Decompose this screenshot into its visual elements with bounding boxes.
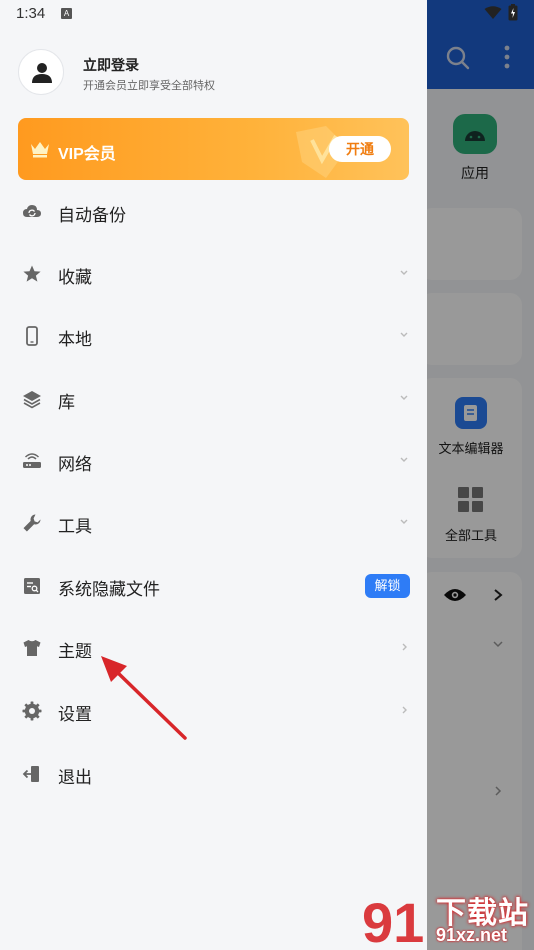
menu-item-favorites[interactable]: 收藏 bbox=[0, 246, 427, 302]
layers-icon bbox=[23, 391, 41, 409]
phone-icon bbox=[26, 326, 38, 346]
chevron-right-icon[interactable] bbox=[398, 703, 410, 717]
menu-label: 本地 bbox=[58, 330, 92, 349]
menu-label: 收藏 bbox=[58, 268, 92, 287]
hidden-file-icon bbox=[24, 578, 40, 594]
notification-icon: A bbox=[61, 8, 72, 19]
chevron-down-icon[interactable] bbox=[398, 453, 410, 467]
svg-text:91: 91 bbox=[362, 891, 424, 950]
menu-item-exit[interactable]: 退出 bbox=[0, 746, 427, 802]
annotation-arrow bbox=[101, 656, 187, 740]
vip-label: VIP会员 bbox=[58, 146, 116, 163]
watermark-url: 91xz.net bbox=[436, 925, 508, 945]
menu-item-hidden-files[interactable]: 系统隐藏文件 解锁 bbox=[0, 558, 427, 614]
login-title[interactable]: 立即登录 bbox=[83, 55, 139, 75]
chevron-right-icon[interactable] bbox=[398, 640, 410, 654]
profile-section[interactable]: 立即登录 开通会员立即享受全部特权 bbox=[18, 49, 408, 97]
status-bar: 1:34 A bbox=[0, 0, 534, 28]
login-subtitle: 开通会员立即享受全部特权 bbox=[83, 80, 215, 92]
chevron-down-icon[interactable] bbox=[398, 328, 410, 342]
crown-icon bbox=[31, 142, 49, 158]
menu-label: 库 bbox=[58, 393, 75, 412]
star-icon bbox=[23, 265, 41, 282]
menu-label: 退出 bbox=[58, 768, 92, 787]
person-icon bbox=[32, 63, 52, 83]
menu-label: 系统隐藏文件 bbox=[58, 580, 160, 599]
menu-label: 工具 bbox=[58, 517, 92, 536]
menu-label: 网络 bbox=[58, 455, 92, 474]
exit-icon bbox=[22, 766, 39, 782]
avatar[interactable] bbox=[18, 49, 64, 95]
wifi-icon bbox=[484, 6, 502, 19]
tshirt-icon bbox=[23, 640, 41, 656]
unlock-badge[interactable]: 解锁 bbox=[365, 574, 410, 598]
status-time: 1:34 bbox=[16, 5, 46, 22]
battery-icon bbox=[508, 4, 518, 21]
vip-open-button[interactable]: 开通 bbox=[329, 136, 391, 162]
cloud-sync-icon bbox=[23, 205, 41, 217]
menu-label: 主题 bbox=[58, 642, 92, 661]
vip-banner[interactable]: VIP会员 开通 bbox=[18, 118, 409, 180]
wrench-icon bbox=[23, 514, 41, 532]
menu-item-theme[interactable]: 主题 bbox=[0, 620, 427, 676]
menu-item-local[interactable]: 本地 bbox=[0, 308, 427, 364]
router-icon bbox=[23, 453, 41, 468]
menu-label: 自动备份 bbox=[58, 206, 126, 225]
menu-item-network[interactable]: 网络 bbox=[0, 433, 427, 489]
menu-item-auto-backup[interactable]: 自动备份 bbox=[0, 184, 427, 240]
menu-item-tools[interactable]: 工具 bbox=[0, 495, 427, 551]
menu-item-settings[interactable]: 设置 bbox=[0, 683, 427, 739]
chevron-down-icon[interactable] bbox=[398, 515, 410, 529]
gear-icon bbox=[22, 701, 42, 721]
chevron-down-icon[interactable] bbox=[398, 266, 410, 280]
menu-label: 设置 bbox=[58, 705, 92, 724]
chevron-down-icon[interactable] bbox=[398, 391, 410, 405]
navigation-drawer: 立即登录 开通会员立即享受全部特权 VIP会员 开通 自动备份 收藏 本地 库 … bbox=[0, 0, 427, 950]
menu-item-library[interactable]: 库 bbox=[0, 371, 427, 427]
